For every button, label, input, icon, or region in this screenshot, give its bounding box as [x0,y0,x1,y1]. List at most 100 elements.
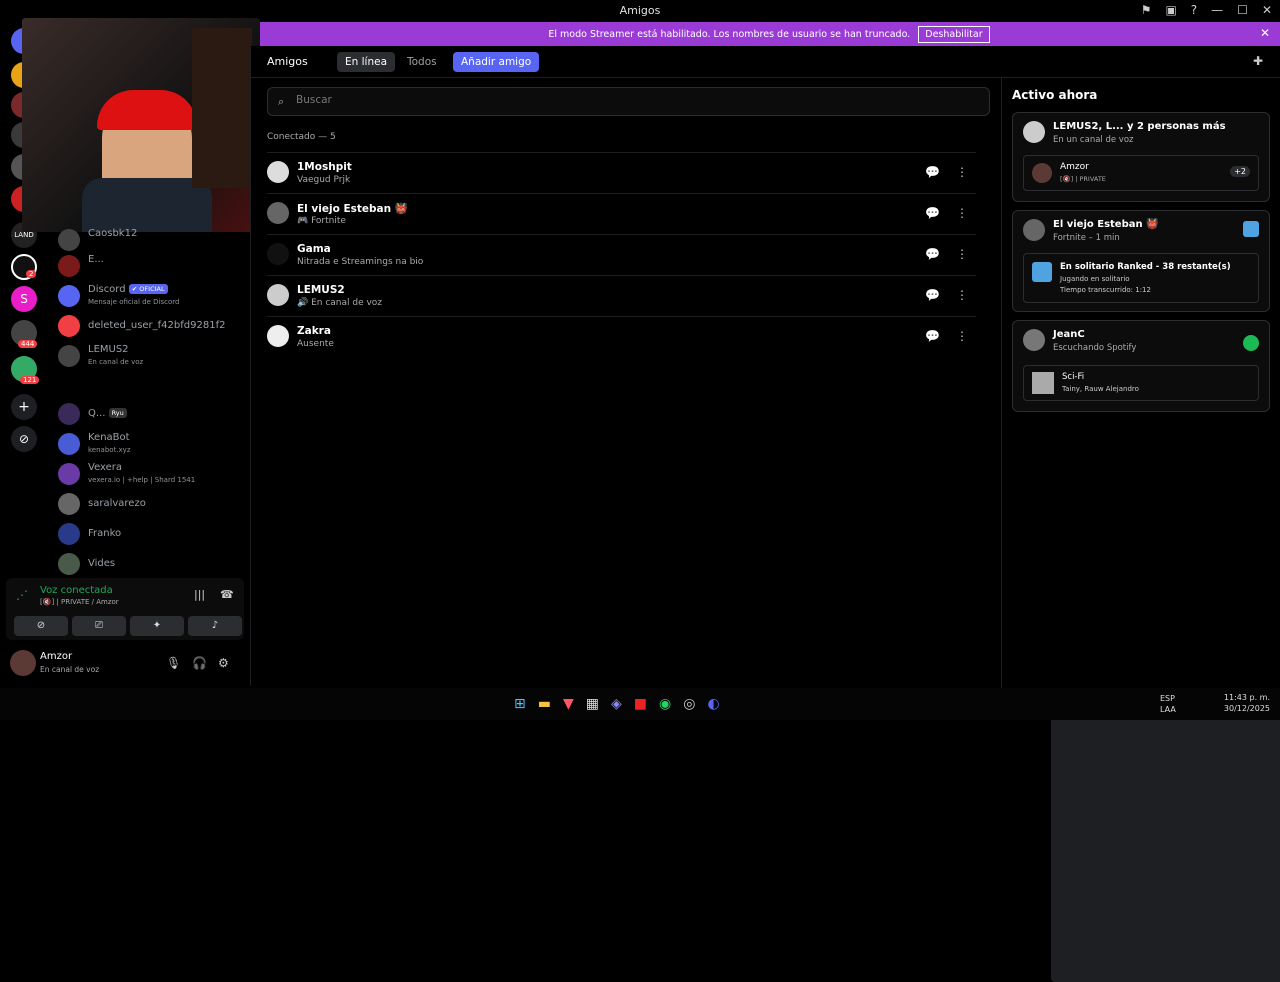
card-subtitle: Fortnite – 1 min [1053,233,1120,243]
disconnect-icon[interactable]: ☎ [220,588,234,601]
dm-item[interactable]: saralvarezo [58,490,244,518]
dm-name: E... [88,254,104,265]
add-friend-button[interactable]: Añadir amigo [453,52,540,72]
tab-online[interactable]: En línea [337,52,396,72]
avatar [58,553,80,575]
tab-all[interactable]: Todos [399,52,445,72]
dm-name: Vexera [88,462,123,473]
message-icon[interactable]: 💬 [925,165,940,179]
user-status: En canal de voz [40,665,100,674]
dm-item[interactable]: Franko [58,520,244,548]
screen-share-button[interactable]: ⎚ [72,616,126,636]
avatar [267,284,289,306]
more-options-icon[interactable]: ⋮ [956,288,968,302]
game-icon[interactable]: ◈ [611,696,622,712]
dm-item[interactable]: Discord ✔ OFICIAL Mensaje oficial de Disc… [58,282,244,310]
new-group-dm-icon[interactable]: ✚ [1253,54,1263,68]
user-name: Amzor [40,651,73,662]
close-banner-icon[interactable]: ✕ [1260,26,1270,40]
screen-icon[interactable]: ▣ [1165,3,1176,17]
dm-name: LEMUS2 [88,344,129,355]
active-card[interactable]: El viejo Esteban 👹 Fortnite – 1 min En s… [1012,210,1270,312]
friends-main: Amigos En línea Todos Añadir amigo ✚ ⌕ C… [250,46,1280,686]
message-icon[interactable]: 💬 [925,247,940,261]
message-icon[interactable]: 💬 [925,206,940,220]
dm-item[interactable]: deleted_user_f42bfd9281f2 [58,312,244,340]
dm-item[interactable]: Vides [58,550,244,578]
friend-row[interactable]: LEMUS2 🔊 En canal de voz 💬 ⋮ [267,275,976,316]
user-panel: Amzor En canal de voz 🎙 🎧 ⚙ [6,644,244,682]
activities-button[interactable]: ✦ [130,616,184,636]
search-input[interactable] [296,94,896,106]
streamer-mode-banner: El modo Streamer está habilitado. Los no… [258,22,1280,46]
active-card[interactable]: LEMUS2, L... y 2 personas más En un cana… [1012,112,1270,202]
dm-name: saralvarezo [88,498,146,509]
soundboard-button[interactable]: ♪ [188,616,242,636]
more-options-icon[interactable]: ⋮ [956,247,968,261]
whatsapp-icon[interactable]: ◉ [659,696,671,712]
more-options-icon[interactable]: ⋮ [956,165,968,179]
friend-status-text: Ausente [297,339,334,349]
app-icon[interactable]: ■ [634,696,647,712]
voice-channel-label: [🔇] | PRIVATE / Amzor [40,598,119,606]
maximize-button[interactable]: ☐ [1237,3,1248,17]
minimize-button[interactable]: — [1211,3,1223,17]
app-icon[interactable]: ◎ [683,696,695,712]
friend-name: 1Moshpit [297,161,352,173]
server-badge: 444 [18,340,38,348]
dm-name: deleted_user_f42bfd9281f2 [88,320,226,331]
dm-item[interactable]: Caosbk12 [58,226,244,254]
settings-gear-icon[interactable]: ⚙ [218,656,229,670]
track-artists: Tainy, Rauw Alejandro [1062,385,1139,393]
close-window-button[interactable]: ✕ [1262,3,1272,17]
clock[interactable]: 11:43 p. m. 30/12/2025 [1224,692,1270,714]
dm-name: KenaBot [88,432,130,443]
help-icon[interactable]: ? [1191,3,1197,17]
message-icon[interactable]: 💬 [925,329,940,343]
dm-item[interactable]: LEMUS2 En canal de voz [58,342,244,370]
dm-item[interactable]: Q... Ryu [58,400,244,428]
spotify-icon[interactable] [1243,335,1259,351]
dm-item[interactable]: KenaBot kenabot.xyz [58,430,244,458]
windows-start-icon[interactable]: ⊞ [514,696,526,712]
window-title: Amigos [619,4,661,17]
more-options-icon[interactable]: ⋮ [956,329,968,343]
voice-channel-card[interactable]: Amzor [🔇] | PRIVATE +2 [1023,155,1259,191]
file-explorer-icon[interactable]: ▬ [538,696,551,712]
friend-row[interactable]: Gama Nitrada e Streamings na bio 💬 ⋮ [267,234,976,275]
user-avatar[interactable] [10,650,36,676]
add-server-icon[interactable]: + [11,394,37,420]
disable-streamer-button[interactable]: Deshabilitar [918,25,990,43]
voice-status-label[interactable]: Voz conectada [40,585,113,596]
friend-row[interactable]: El viejo Esteban 👹 🎮 Fortnite 💬 ⋮ [267,193,976,234]
more-options-icon[interactable]: ⋮ [956,206,968,220]
avatar [58,433,80,455]
dm-item[interactable]: E... [58,252,244,280]
explore-icon[interactable]: ⊘ [11,426,37,452]
language-indicator[interactable]: ESP LAA [1160,693,1176,715]
card-title: LEMUS2, L... y 2 personas más [1053,121,1226,132]
microphone-icon[interactable]: 🎙 [166,656,181,670]
friend-row[interactable]: 1Moshpit Vaegud Prjk 💬 ⋮ [267,152,976,193]
active-card[interactable]: JeanC Escuchando Spotify Sci-Fi Tainy, R… [1012,320,1270,412]
friend-status-text: 🔊 En canal de voz [297,298,383,308]
headphones-icon[interactable]: 🎧 [192,656,207,670]
inbox-icon[interactable]: ⚑ [1141,3,1152,17]
store-icon[interactable]: ▦ [586,696,599,712]
friend-name: El viejo Esteban 👹 [297,203,408,215]
message-icon[interactable]: 💬 [925,288,940,302]
noise-icon[interactable]: ||| [194,588,205,601]
participants-count: +2 [1230,166,1250,177]
server-s-icon[interactable]: S [11,286,37,312]
friend-row[interactable]: Zakra Ausente 💬 ⋮ [267,316,976,357]
brave-browser-icon[interactable]: ▼ [563,696,574,712]
spotify-track-card[interactable]: Sci-Fi Tainy, Rauw Alejandro [1023,365,1259,401]
avatar [267,243,289,265]
camera-off-button[interactable]: ⊘ [14,616,68,636]
avatar [58,463,80,485]
search-icon: ⌕ [278,95,285,108]
dm-item[interactable]: Vexera vexera.io | +help | Shard 1541 [58,460,244,488]
server-badge: 2 [26,270,37,278]
discord-icon[interactable]: ◐ [707,696,719,712]
friends-title: Amigos [267,55,308,68]
